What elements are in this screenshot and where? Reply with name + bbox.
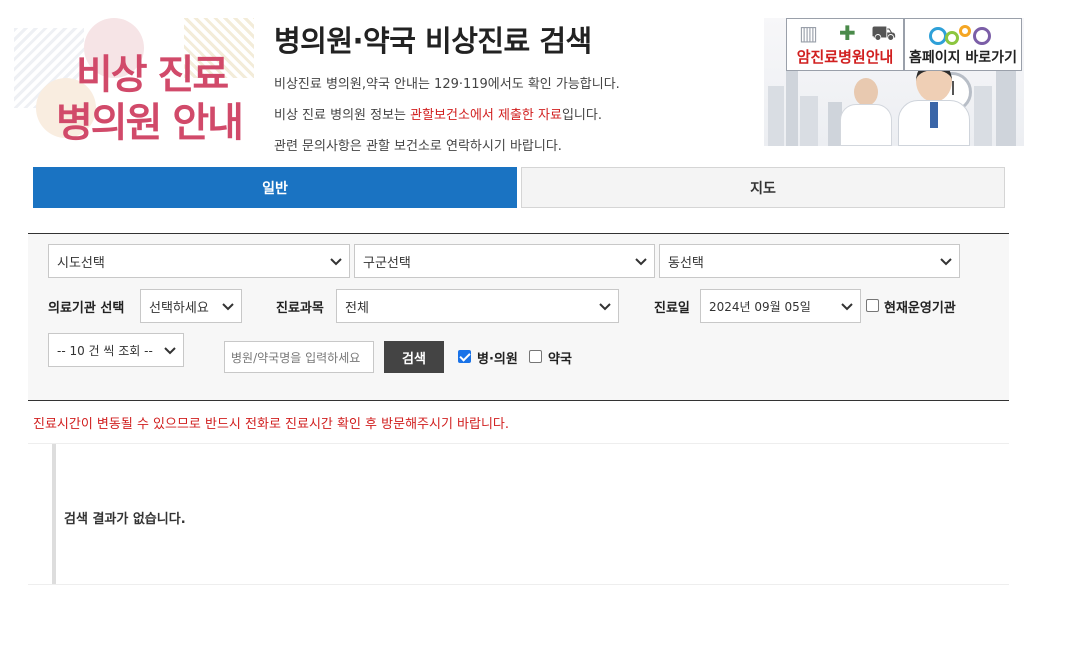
info-source-prefix: 비상 진료 병의원 정보는 xyxy=(274,108,411,123)
operating-now-label: 현재운영기관 xyxy=(884,301,956,316)
info-line-phone: 비상진료 병의원,약국 안내는 129·119에서도 확인 가능합니다. xyxy=(274,77,620,92)
building-illustration xyxy=(768,86,784,146)
ambulance-icon: ⛟ xyxy=(871,21,897,45)
info-line-contact: 관련 문의사항은 관할 보건소로 연락하시기 바랍니다. xyxy=(274,139,562,154)
department-label: 진료과목 xyxy=(276,301,324,316)
chevron-down-icon xyxy=(940,258,952,266)
info-source-suffix: 입니다. xyxy=(561,108,602,123)
chevron-down-icon xyxy=(164,347,176,355)
chevron-down-icon xyxy=(635,258,647,266)
building-illustration xyxy=(800,96,818,146)
doctor-illustration xyxy=(894,60,974,146)
pharmacy-checkbox-label: 약국 xyxy=(548,352,572,367)
dong-select[interactable]: 동선택 xyxy=(659,244,960,278)
header-info: 병의원·약국 비상진료 검색 비상진료 병의원,약국 안내는 129·119에서… xyxy=(274,18,774,154)
chevron-down-icon xyxy=(841,303,853,311)
search-panel: 시도선택 구군선택 동선택 의료기관 선택 선택하세요 진료과목 전체 진료일 … xyxy=(28,233,1009,401)
page-title: 병의원·약국 비상진료 검색 xyxy=(274,24,592,58)
homepage-label: 홈페이지 바로가기 xyxy=(909,50,1017,66)
hospital-checkbox[interactable] xyxy=(458,350,471,363)
homepage-logo-icon xyxy=(929,23,1001,49)
page-size-select[interactable]: -- 10 건 씩 조회 -- xyxy=(48,333,184,367)
promo-banner: ▥ ✚ ⛟ 암진료병원안내 홈페이지 바로가기 xyxy=(764,18,1024,146)
tab-general[interactable]: 일반 xyxy=(33,167,517,208)
cancer-hospital-link[interactable]: ▥ ✚ ⛟ 암진료병원안내 xyxy=(786,18,904,71)
institution-select[interactable]: 선택하세요 xyxy=(140,289,242,323)
results-accent-bar xyxy=(52,444,56,584)
institution-select-value: 선택하세요 xyxy=(149,300,209,316)
sido-select[interactable]: 시도선택 xyxy=(48,244,350,278)
tab-map[interactable]: 지도 xyxy=(521,167,1005,208)
name-search-input[interactable]: 병원/약국명을 입력하세요 xyxy=(224,341,374,373)
hospital-checkbox-label: 병·의원 xyxy=(477,352,518,367)
chevron-down-icon xyxy=(330,258,342,266)
hours-notice: 진료시간이 변동될 수 있으므로 반드시 전화로 진료시간 확인 후 방문해주시… xyxy=(33,417,510,432)
results-panel: 검색 결과가 없습니다. xyxy=(28,443,1009,585)
medicine-box-icon: ✚ xyxy=(839,21,856,45)
department-select[interactable]: 전체 xyxy=(336,289,619,323)
gugun-select-value: 구군선택 xyxy=(363,255,411,271)
chevron-down-icon xyxy=(599,303,611,311)
gugun-select[interactable]: 구군선택 xyxy=(354,244,655,278)
date-select[interactable]: 2024년 09월 05일 xyxy=(700,289,861,323)
building-illustration xyxy=(996,71,1016,146)
info-line-source: 비상 진료 병의원 정보는 관할보건소에서 제출한 자료입니다. xyxy=(274,104,602,123)
empty-results-message: 검색 결과가 없습니다. xyxy=(64,512,186,527)
building-illustration xyxy=(786,66,798,146)
institution-label: 의료기관 선택 xyxy=(48,301,125,316)
department-select-value: 전체 xyxy=(345,300,369,316)
date-select-value: 2024년 09월 05일 xyxy=(709,299,811,314)
logo-text-line2: 병의원 안내 xyxy=(56,100,244,146)
dong-select-value: 동선택 xyxy=(668,255,704,271)
building-illustration xyxy=(974,86,992,146)
search-button[interactable]: 검색 xyxy=(384,341,444,373)
site-logo: 비상 진료 병의원 안내 xyxy=(14,18,264,148)
hospital-building-icon: ▥ xyxy=(799,21,818,45)
cancer-hospital-label: 암진료병원안내 xyxy=(796,48,894,66)
info-source-highlight: 관할보건소에서 제출한 자료 xyxy=(410,108,562,123)
doctor-illustration xyxy=(836,78,896,146)
sido-select-value: 시도선택 xyxy=(57,255,105,271)
page-size-select-value: -- 10 건 씩 조회 -- xyxy=(57,343,153,358)
operating-now-checkbox[interactable] xyxy=(866,299,879,312)
homepage-link[interactable]: 홈페이지 바로가기 xyxy=(904,18,1022,71)
date-label: 진료일 xyxy=(654,301,690,316)
chevron-down-icon xyxy=(222,303,234,311)
pharmacy-checkbox[interactable] xyxy=(529,350,542,363)
